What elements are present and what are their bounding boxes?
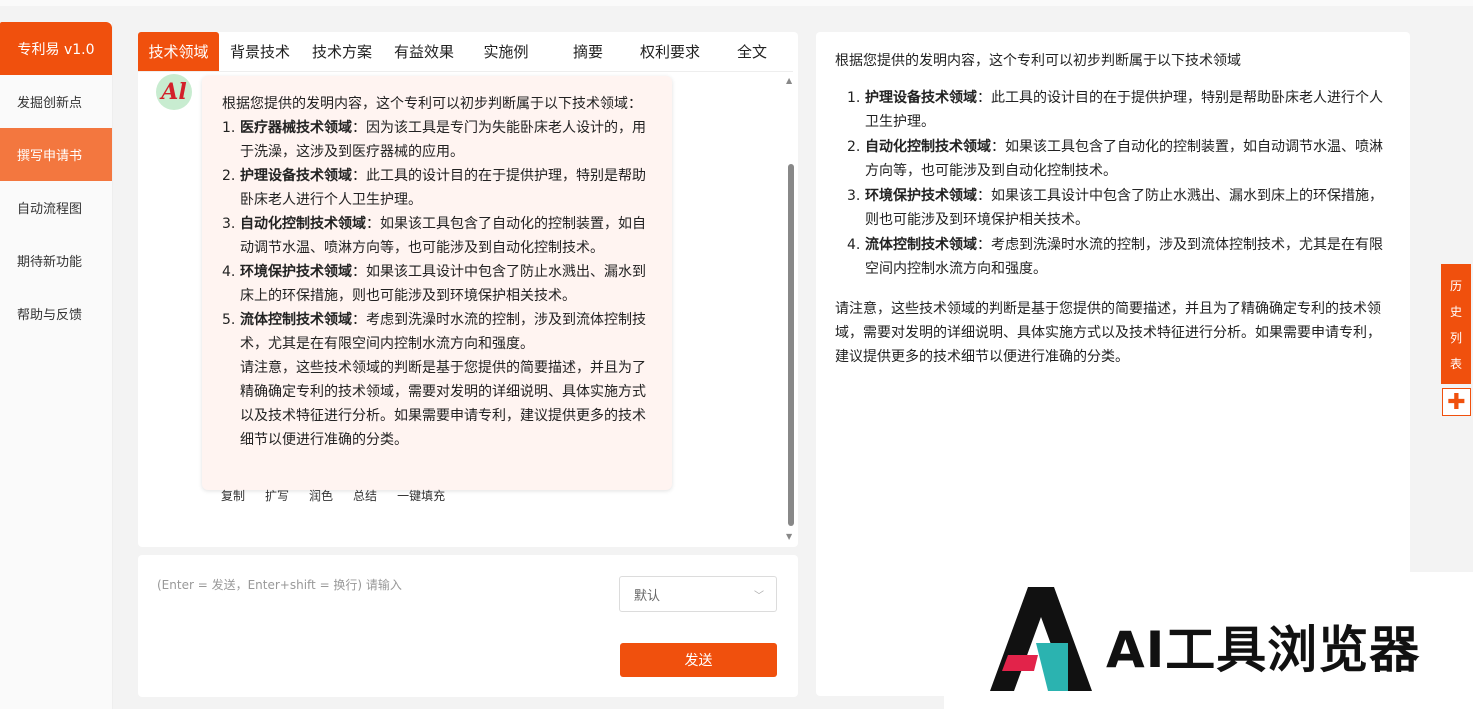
list-item: 3. 环境保护技术领域：如果该工具设计中包含了防止水溅出、漏水到床上的环保措施，则… [847, 188, 1383, 228]
assistant-message: 根据您提供的发明内容，这个专利可以初步判断属于以下技术领域： 1. 医疗器械技术领… [202, 76, 672, 490]
watermark-text: AI工具浏览器 [1106, 621, 1421, 679]
tab-embodiment[interactable]: 实施例 [465, 32, 547, 72]
history-list-button[interactable]: 历 史 列 表 [1441, 264, 1471, 384]
tab-claims[interactable]: 权利要求 [629, 32, 711, 72]
sidebar-item-write-application[interactable]: 撰写申请书 [0, 128, 112, 181]
list-item: 4. 环境保护技术领域：如果该工具设计中包含了防止水溅出、漏水到床上的环保措施，则… [222, 264, 646, 304]
history-char: 列 [1449, 330, 1462, 345]
summarize-button[interactable]: 总结 [353, 487, 377, 504]
sidebar-item-help-feedback[interactable]: 帮助与反馈 [0, 287, 112, 340]
tab-background[interactable]: 背景技术 [219, 32, 301, 72]
history-char: 史 [1449, 304, 1462, 319]
list-item: 1. 医疗器械技术领域：因为该工具是专门为失能卧床老人设计的，用于洗澡，这涉及到医… [222, 120, 646, 160]
sidebar-item-flowchart[interactable]: 自动流程图 [0, 181, 112, 234]
tab-full-text[interactable]: 全文 [711, 32, 793, 72]
tab-beneficial-effects[interactable]: 有益效果 [383, 32, 465, 72]
tab-technical-field[interactable]: 技术领域 [138, 32, 219, 72]
section-tabs: 技术领域 背景技术 技术方案 有益效果 实施例 摘要 权利要求 全文 [138, 32, 793, 72]
expand-button[interactable]: 扩写 [265, 487, 289, 504]
select-value: 默认 [634, 588, 661, 604]
list-item: 4. 流体控制技术领域：考虑到洗澡时水流的控制，涉及到流体控制技术，尤其是在有限空… [847, 237, 1383, 277]
brand-logo: 专利易 v1.0 [0, 22, 112, 75]
scroll-up-arrow-icon[interactable]: ▲ [786, 76, 792, 85]
history-char: 表 [1449, 356, 1462, 371]
watermark-logo-icon [990, 587, 1092, 691]
list-item: 2. 自动化控制技术领域：如果该工具包含了自动化的控制装置，如自动调节水温、喷淋方… [847, 139, 1383, 179]
copy-button[interactable]: 复制 [221, 487, 245, 504]
tab-abstract[interactable]: 摘要 [547, 32, 629, 72]
list-item: 2. 护理设备技术领域：此工具的设计目的在于提供护理，特别是帮助卧床老人进行个人卫… [222, 168, 646, 208]
send-button[interactable]: 发送 [620, 643, 777, 677]
tab-technical-solution[interactable]: 技术方案 [301, 32, 383, 72]
sidebar: 专利易 v1.0 发掘创新点 撰写申请书 自动流程图 期待新功能 帮助与反馈 [0, 22, 113, 709]
chat-scrollbar[interactable] [788, 164, 794, 526]
list-item: 3. 自动化控制技术领域：如果该工具包含了自动化的控制装置，如自动调节水温、喷淋方… [222, 216, 646, 256]
message-input[interactable]: (Enter = 发送，Enter+shift = 换行) 请输入 [157, 576, 402, 593]
message-intro: 根据您提供的发明内容，这个专利可以初步判断属于以下技术领域： [222, 96, 642, 112]
sidebar-item-new-features[interactable]: 期待新功能 [0, 234, 112, 287]
list-item: 1. 护理设备技术领域：此工具的设计目的在于提供护理，特别是帮助卧床老人进行个人卫… [847, 90, 1383, 130]
message-note: 请注意，这些技术领域的判断是基于您提供的简要描述，并且为了精确确定专利的技术领域… [240, 360, 646, 448]
result-note: 请注意，这些技术领域的判断是基于您提供的简要描述，并且为了精确确定专利的技术领域… [835, 301, 1381, 365]
chevron-down-icon: ﹀ [754, 591, 764, 602]
ai-logo-icon: Al [156, 74, 192, 110]
result-intro[interactable]: 根据您提供的发明内容，这个专利可以初步判断属于以下技术领域 [835, 50, 1241, 70]
sidebar-item-innovation[interactable]: 发掘创新点 [0, 75, 112, 128]
polish-button[interactable]: 润色 [309, 487, 333, 504]
message-actions: 复制 扩写 润色 总结 一键填充 [221, 487, 445, 504]
history-char: 历 [1449, 278, 1462, 293]
one-click-fill-button[interactable]: 一键填充 [397, 487, 445, 504]
model-select[interactable]: 默认 ﹀ [619, 576, 777, 612]
field-list: 1. 医疗器械技术领域：因为该工具是专门为失能卧床老人设计的，用于洗澡，这涉及到医… [222, 116, 650, 356]
scroll-down-arrow-icon[interactable]: ▼ [786, 532, 792, 541]
top-bar [0, 0, 1473, 6]
list-item: 5. 流体控制技术领域：考虑到洗澡时水流的控制，涉及到流体控制技术，尤其是在有限空… [222, 312, 646, 352]
result-list: 1. 护理设备技术领域：此工具的设计目的在于提供护理，特别是帮助卧床老人进行个人卫… [847, 86, 1392, 282]
plus-icon[interactable]: ✚ [1442, 388, 1471, 416]
